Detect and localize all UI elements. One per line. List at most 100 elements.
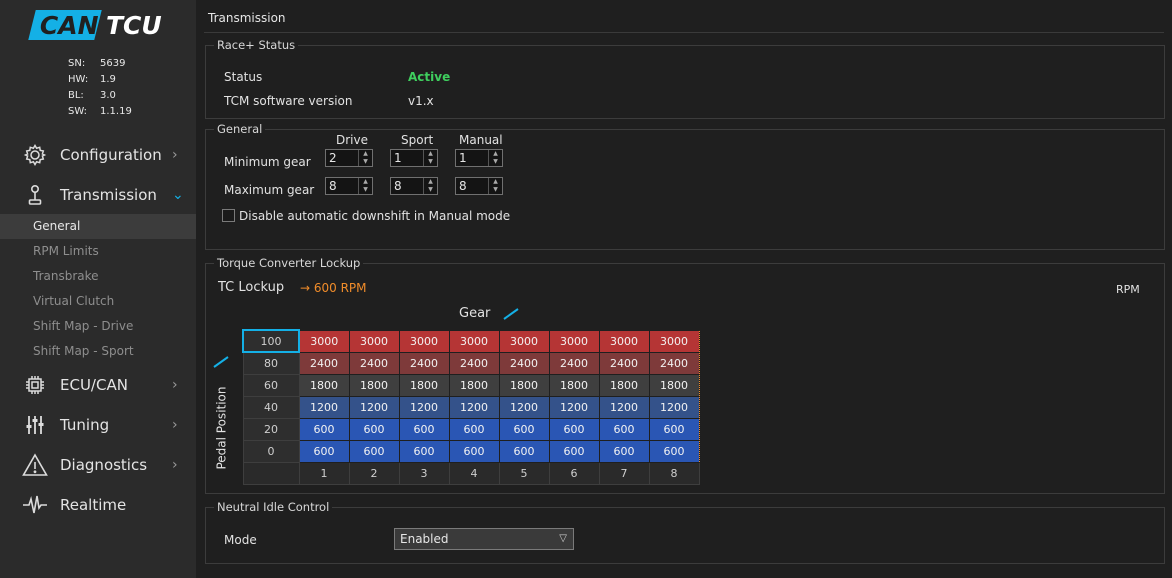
max-gear-manual-spinbox[interactable]: ▲▼: [455, 177, 503, 195]
table-cell[interactable]: 1200: [648, 395, 700, 419]
disable-downshift-label[interactable]: Disable automatic downshift in Manual mo…: [239, 209, 510, 223]
table-cell[interactable]: 1200: [598, 395, 650, 419]
nav-item-ecu-can[interactable]: ECU/CAN ›: [0, 367, 196, 403]
spin-arrows[interactable]: ▲ ▼: [358, 178, 372, 194]
mode-dropdown[interactable]: Enabled ▽: [394, 528, 574, 550]
subnav-item-transbrake[interactable]: Transbrake: [0, 264, 196, 289]
column-header-cell[interactable]: 5: [498, 461, 550, 485]
table-cell[interactable]: 600: [448, 439, 500, 463]
table-cell[interactable]: 1200: [398, 395, 450, 419]
spin-down-icon[interactable]: ▼: [359, 186, 372, 194]
table-cell[interactable]: 2400: [498, 351, 550, 375]
spin-up-icon[interactable]: ▲: [424, 150, 437, 158]
spin-down-icon[interactable]: ▼: [489, 158, 502, 166]
table-cell[interactable]: 600: [398, 439, 450, 463]
row-header-cell[interactable]: 20: [242, 417, 300, 441]
table-cell[interactable]: 1200: [348, 395, 400, 419]
row-header-cell[interactable]: 60: [242, 373, 300, 397]
row-header-cell[interactable]: 80: [242, 351, 300, 375]
spin-up-icon[interactable]: ▲: [489, 150, 502, 158]
table-cell[interactable]: 3000: [648, 329, 700, 353]
spin-arrows[interactable]: ▲ ▼: [358, 150, 372, 166]
min-gear-manual-input[interactable]: [456, 150, 488, 166]
table-cell[interactable]: 3000: [348, 329, 400, 353]
table-cell[interactable]: 2400: [548, 351, 600, 375]
nav-item-configuration[interactable]: Configuration ›: [0, 137, 196, 173]
spin-arrows[interactable]: ▲ ▼: [423, 178, 437, 194]
nav-item-tuning[interactable]: Tuning ›: [0, 407, 196, 443]
max-gear-sport-input[interactable]: [391, 178, 423, 194]
table-cell[interactable]: 1200: [498, 395, 550, 419]
table-cell[interactable]: 2400: [348, 351, 400, 375]
table-cell[interactable]: 600: [298, 417, 350, 441]
spin-down-icon[interactable]: ▼: [359, 158, 372, 166]
column-header-cell[interactable]: 4: [448, 461, 500, 485]
min-gear-drive-spinbox[interactable]: ▲▼: [325, 149, 373, 167]
subnav-item-general[interactable]: General: [0, 214, 196, 239]
row-header-cell[interactable]: 100: [242, 329, 300, 353]
table-cell[interactable]: 1800: [398, 373, 450, 397]
subnav-item-virtual-clutch[interactable]: Virtual Clutch: [0, 289, 196, 314]
table-cell[interactable]: 1800: [548, 373, 600, 397]
table-cell[interactable]: 600: [448, 417, 500, 441]
table-cell[interactable]: 600: [548, 417, 600, 441]
table-cell[interactable]: 3000: [548, 329, 600, 353]
table-cell[interactable]: 3000: [448, 329, 500, 353]
table-cell[interactable]: 1200: [448, 395, 500, 419]
table-cell[interactable]: 2400: [598, 351, 650, 375]
table-cell[interactable]: 2400: [398, 351, 450, 375]
table-cell[interactable]: 1200: [548, 395, 600, 419]
spin-up-icon[interactable]: ▲: [424, 178, 437, 186]
spin-arrows[interactable]: ▲ ▼: [488, 150, 502, 166]
spin-down-icon[interactable]: ▼: [424, 158, 437, 166]
subnav-item-shift-map-drive[interactable]: Shift Map - Drive: [0, 314, 196, 339]
row-header-cell[interactable]: 40: [242, 395, 300, 419]
nav-item-transmission[interactable]: Transmission ⌄: [0, 177, 196, 213]
column-header-cell[interactable]: 7: [598, 461, 650, 485]
tc-lockup-table[interactable]: 100 3000 3000 3000 3000 3000 3000 3000 3000 80 240…: [242, 329, 700, 485]
table-cell[interactable]: 2400: [298, 351, 350, 375]
table-cell[interactable]: 1800: [648, 373, 700, 397]
subnav-item-shift-map-sport[interactable]: Shift Map - Sport: [0, 339, 196, 364]
table-cell[interactable]: 1800: [298, 373, 350, 397]
table-cell[interactable]: 600: [348, 439, 400, 463]
spin-arrows[interactable]: ▲ ▼: [423, 150, 437, 166]
column-header-cell[interactable]: 2: [348, 461, 400, 485]
column-header-cell[interactable]: 6: [548, 461, 600, 485]
max-gear-drive-input[interactable]: [326, 178, 358, 194]
column-header-cell[interactable]: 1: [298, 461, 350, 485]
axis-edit-icon[interactable]: [502, 306, 522, 322]
table-cell[interactable]: 600: [498, 417, 550, 441]
nav-item-diagnostics[interactable]: Diagnostics ›: [0, 447, 196, 483]
table-cell[interactable]: 600: [598, 439, 650, 463]
disable-downshift-checkbox[interactable]: [222, 209, 235, 222]
row-header-cell[interactable]: 0: [242, 439, 300, 463]
table-cell[interactable]: 2400: [448, 351, 500, 375]
table-cell[interactable]: 1800: [498, 373, 550, 397]
table-cell[interactable]: 600: [598, 417, 650, 441]
spin-down-icon[interactable]: ▼: [424, 186, 437, 194]
spin-up-icon[interactable]: ▲: [359, 178, 372, 186]
table-cell[interactable]: 600: [648, 417, 700, 441]
max-gear-drive-spinbox[interactable]: ▲▼: [325, 177, 373, 195]
nav-item-realtime[interactable]: Realtime: [0, 487, 196, 523]
table-cell[interactable]: 2400: [648, 351, 700, 375]
table-cell[interactable]: 600: [648, 439, 700, 463]
subnav-item-rpm-limits[interactable]: RPM Limits: [0, 239, 196, 264]
table-cell[interactable]: 600: [348, 417, 400, 441]
column-header-cell[interactable]: 8: [648, 461, 700, 485]
spin-up-icon[interactable]: ▲: [359, 150, 372, 158]
axis-edit-icon[interactable]: [212, 354, 232, 370]
table-cell[interactable]: 600: [298, 439, 350, 463]
table-cell[interactable]: 600: [548, 439, 600, 463]
table-cell[interactable]: 600: [398, 417, 450, 441]
table-cell[interactable]: 600: [498, 439, 550, 463]
max-gear-manual-input[interactable]: [456, 178, 488, 194]
table-cell[interactable]: 3000: [398, 329, 450, 353]
min-gear-manual-spinbox[interactable]: ▲▼: [455, 149, 503, 167]
table-cell[interactable]: 3000: [298, 329, 350, 353]
spin-down-icon[interactable]: ▼: [489, 186, 502, 194]
spin-up-icon[interactable]: ▲: [489, 178, 502, 186]
min-gear-sport-input[interactable]: [391, 150, 423, 166]
table-cell[interactable]: 1800: [448, 373, 500, 397]
